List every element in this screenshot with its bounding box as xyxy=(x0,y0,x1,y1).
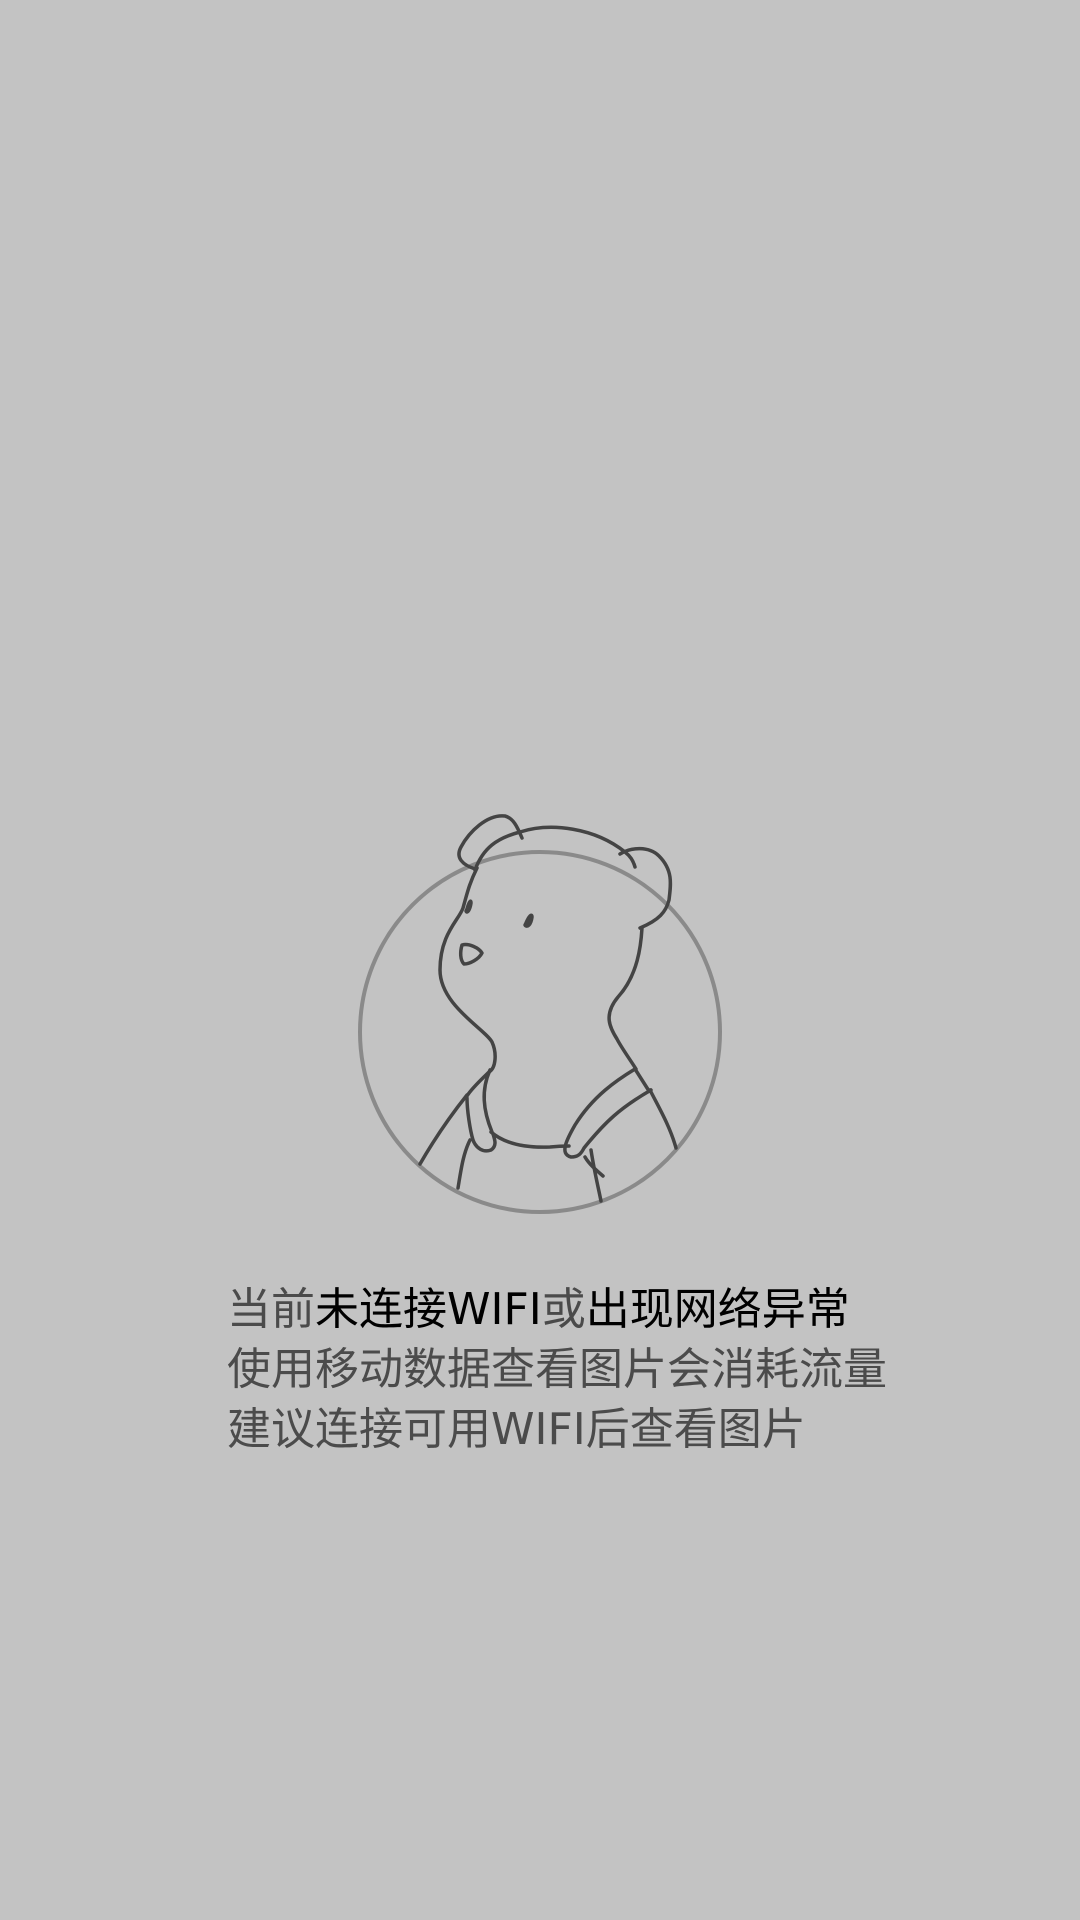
network-warning-message: 当前未连接WIFI或出现网络异常 使用移动数据查看图片会消耗流量 建议连接可用W… xyxy=(227,1280,1007,1460)
message-line-3: 建议连接可用WIFI后查看图片 xyxy=(227,1404,806,1455)
message-line-1-part-4: 出现网络异常 xyxy=(585,1284,850,1335)
network-warning-screen: { "screen": { "background_color": "#c3c3… xyxy=(0,0,1080,1920)
message-line-1-part-1: 当前 xyxy=(227,1284,315,1335)
message-line-2: 使用移动数据查看图片会消耗流量 xyxy=(227,1344,887,1395)
message-line-1-part-3: 或 xyxy=(541,1284,586,1335)
bear-character-icon xyxy=(358,814,722,1214)
bear-illustration xyxy=(355,810,725,1220)
message-line-1-part-2: 未连接WIFI xyxy=(315,1284,542,1335)
message-line-1: 当前未连接WIFI或出现网络异常 xyxy=(227,1280,1007,1340)
